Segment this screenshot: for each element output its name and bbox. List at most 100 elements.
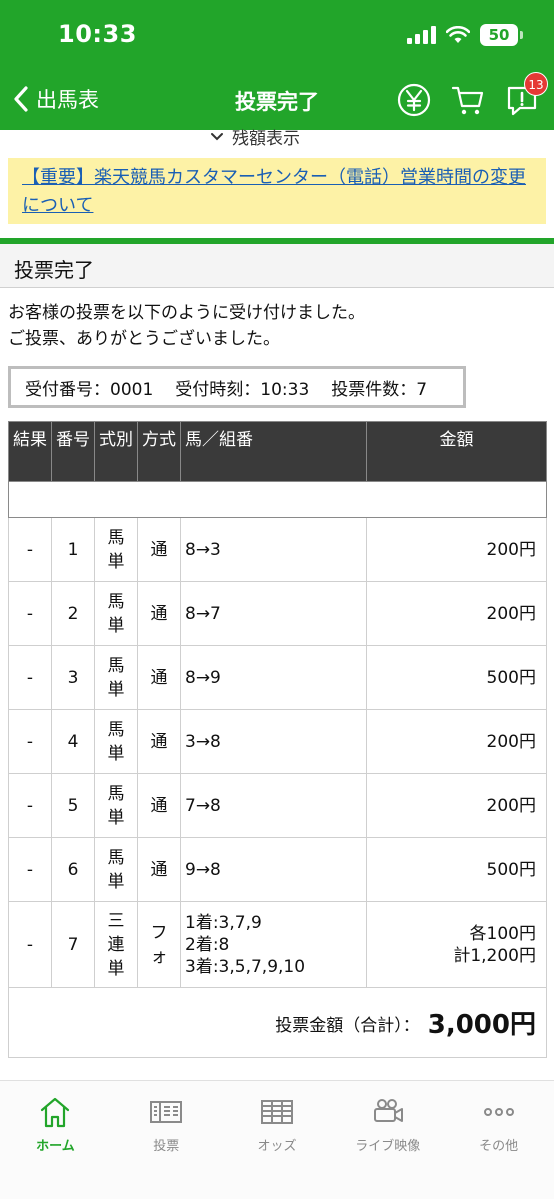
race-info: 園田1R 10:38 投票締切 — [8, 481, 547, 518]
cell-type: 馬単 — [94, 709, 138, 774]
tab-ticket[interactable]: 投票 — [111, 1081, 222, 1199]
tab-label: ライブ映像 — [355, 1139, 421, 1154]
header-combo: 馬／組番 — [180, 421, 367, 482]
combo-line: 3→8 — [185, 731, 221, 752]
total-label: 投票金額（合計）： — [275, 1016, 420, 1036]
bets-table: 結果 番号 式別 方式 馬／組番 金額 園田1R 10:38 投票締切 -1 馬単… — [8, 421, 547, 1058]
cart-icon — [451, 86, 484, 115]
cell-result: - — [8, 645, 52, 710]
amount-line: 計1,200円 — [453, 945, 536, 966]
table-row: -5 馬単 通 7→8 200円 — [8, 773, 547, 838]
cell-combo: 9→8 — [180, 837, 367, 902]
table-row: -7 三連単 フォ 1着:3,7,9 2着:8 3着:3,5,7,9,10 各100円 計1,… — [8, 901, 547, 988]
bet-method-label: フォ — [150, 922, 168, 967]
amount-line: 200円 — [486, 795, 536, 816]
bet-method-label: 通 — [150, 859, 168, 880]
cell-method: 通 — [137, 517, 181, 582]
amount-line: 200円 — [486, 539, 536, 560]
total-row: 投票金額（合計）： 3,000円 — [8, 987, 547, 1058]
cell-type: 馬単 — [94, 517, 138, 582]
combo-line: 3着:3,5,7,9,10 — [185, 956, 306, 977]
chevron-down-icon — [211, 132, 223, 140]
cell-amount: 200円 — [366, 773, 547, 838]
cellular-signal-icon — [407, 26, 436, 44]
total-value: 3,000円 — [427, 1010, 536, 1040]
tab-label: ホーム — [36, 1139, 75, 1154]
tab-label: 投票 — [153, 1139, 180, 1154]
video-camera-icon — [373, 1099, 403, 1122]
cell-method: フォ — [137, 901, 181, 988]
cart-button[interactable] — [450, 82, 486, 118]
combo-line: 8→7 — [185, 603, 221, 624]
yen-circle-icon — [397, 83, 431, 117]
tab-odds-table[interactable]: オッズ — [222, 1081, 333, 1199]
cell-method: 通 — [137, 709, 181, 774]
cell-number: 1 — [51, 517, 95, 582]
table-row: -1 馬単 通 8→3 200円 — [8, 517, 547, 582]
cell-method: 通 — [137, 837, 181, 902]
cell-combo: 7→8 — [180, 773, 367, 838]
header-amount: 金額 — [366, 421, 547, 482]
tab-home[interactable]: ホーム — [0, 1081, 111, 1199]
status-bar: 10:33 50 — [0, 0, 554, 74]
bet-method-label: 通 — [150, 667, 168, 688]
ticket-icon — [150, 1101, 183, 1123]
tab-label: オッズ — [257, 1139, 297, 1154]
cell-type: 三連単 — [94, 901, 138, 988]
notifications-button[interactable]: 13 — [504, 72, 548, 118]
table-row: -4 馬単 通 3→8 200円 — [8, 709, 547, 774]
cell-type: 馬単 — [94, 645, 138, 710]
tab-more-dots[interactable]: その他 — [443, 1081, 554, 1199]
cell-number: 5 — [51, 773, 95, 838]
bet-type-label: 馬単 — [107, 527, 125, 572]
cell-combo: 1着:3,7,9 2着:8 3着:3,5,7,9,10 — [180, 901, 367, 988]
cell-combo: 8→7 — [180, 581, 367, 646]
confirmation-message: お客様の投票を以下のように受け付けました。 ご投票、ありがとうございました。 — [8, 300, 365, 352]
cell-amount: 200円 — [366, 709, 547, 774]
battery-icon: 50 — [480, 24, 523, 46]
balance-toggle[interactable]: 残額表示 — [210, 124, 300, 149]
amount-line: 500円 — [486, 859, 536, 880]
combo-line: 2着:8 — [185, 934, 230, 955]
cell-combo: 3→8 — [180, 709, 367, 774]
cell-combo: 8→9 — [180, 645, 367, 710]
cell-type: 馬単 — [94, 773, 138, 838]
amount-line: 500円 — [486, 667, 536, 688]
odds-table-icon — [260, 1100, 293, 1124]
cell-amount: 各100円 計1,200円 — [366, 901, 547, 988]
status-time: 10:33 — [58, 20, 137, 48]
receipt-number: 受付番号：0001 — [25, 379, 154, 400]
cell-method: 通 — [137, 581, 181, 646]
bet-type-label: 三連単 — [107, 910, 125, 979]
confirmation-line-2: ご投票、ありがとうございました。 — [8, 329, 280, 349]
cell-result: - — [8, 901, 52, 988]
combo-line: 7→8 — [185, 795, 221, 816]
cell-combo: 8→3 — [180, 517, 367, 582]
receipt-count: 投票件数：7 — [331, 379, 428, 400]
bet-type-label: 馬単 — [107, 783, 125, 828]
amount-line: 200円 — [486, 731, 536, 752]
bet-method-label: 通 — [150, 603, 168, 624]
bet-method-label: 通 — [150, 795, 168, 816]
table-row: -6 馬単 通 9→8 500円 — [8, 837, 547, 902]
combo-line: 8→3 — [185, 539, 221, 560]
section-title: 投票完了 — [0, 244, 554, 288]
tab-video-camera[interactable]: ライブ映像 — [332, 1081, 443, 1199]
cell-number: 3 — [51, 645, 95, 710]
important-notice-link[interactable]: 【重要】楽天競馬カスタマーセンター（電話）営業時間の変更について — [8, 158, 546, 224]
confirmation-line-1: お客様の投票を以下のように受け付けました。 — [8, 303, 365, 323]
cell-result: - — [8, 517, 52, 582]
bet-type-label: 馬単 — [107, 655, 125, 700]
cell-type: 馬単 — [94, 837, 138, 902]
amount-line: 各100円 — [469, 923, 536, 944]
race-row: 園田1R 10:38 投票締切 — [8, 481, 547, 518]
total-cell: 投票金額（合計）： 3,000円 — [8, 987, 547, 1058]
cell-number: 6 — [51, 837, 95, 902]
home-icon — [41, 1097, 70, 1128]
header-method: 方式 — [137, 421, 181, 482]
combo-line: 8→9 — [185, 667, 221, 688]
balance-button[interactable] — [396, 82, 432, 118]
nav-actions: 13 — [396, 72, 548, 118]
table-header-row: 結果 番号 式別 方式 馬／組番 金額 — [8, 421, 547, 482]
cell-amount: 500円 — [366, 645, 547, 710]
